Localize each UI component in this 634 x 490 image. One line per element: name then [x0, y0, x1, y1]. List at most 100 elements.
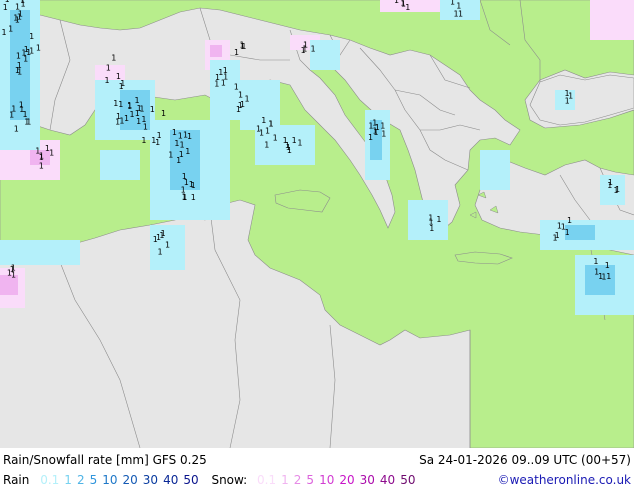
- precip-marker: 1: [608, 178, 613, 187]
- legend-row: Rain 0.1 1 2 5 10 20 30 40 50 Snow: 0.1 1 2 5 10 20 30…: [3, 470, 631, 490]
- precip-marker: 1: [35, 146, 40, 155]
- precip-marker: 1: [21, 0, 26, 8]
- precip-marker: 1: [594, 268, 599, 277]
- precip-marker: 1: [172, 128, 177, 137]
- precip-marker: 1: [168, 151, 173, 160]
- rain-legend-value: 10: [102, 473, 118, 487]
- precip-marker: 1: [124, 114, 129, 123]
- rain-legend-label: Rain: [3, 473, 30, 487]
- rain-legend-value: 5: [89, 473, 98, 487]
- precip-marker: 1: [19, 101, 24, 110]
- precip-marker: 1: [273, 134, 278, 143]
- precip-marker: 1: [118, 100, 123, 109]
- precip-marker: 1: [8, 24, 13, 33]
- precip-marker: 1: [428, 214, 433, 223]
- rain-legend-value: 50: [183, 473, 199, 487]
- precip-marker: 1: [182, 193, 187, 202]
- precip-marker: 1: [436, 215, 441, 224]
- precip-marker: 1: [17, 13, 22, 22]
- map-datetime: Sa 24-01-2026 09..09 UTC (00+57): [419, 453, 631, 467]
- snow-legend-value: 0.1: [257, 473, 277, 487]
- precip-marker: 1: [36, 44, 41, 53]
- precip-marker: 1: [127, 102, 132, 111]
- precip-marker: 1: [269, 120, 274, 129]
- rain-legend-value: 20: [122, 473, 138, 487]
- precip-marker: 1: [372, 119, 377, 128]
- precip-marker: 1: [245, 94, 250, 103]
- rain-legend-value: 1: [64, 473, 72, 487]
- snow-legend-value: 50: [400, 473, 416, 487]
- precip-marker: 1: [9, 110, 14, 119]
- rain-legend-value: 30: [142, 473, 159, 487]
- precip-marker: 1: [303, 41, 308, 50]
- precip-marker: 1: [137, 104, 142, 113]
- precip-marker: 1: [264, 140, 269, 149]
- snow-legend-value: 20: [339, 473, 355, 487]
- precip-marker: 1: [106, 64, 111, 73]
- precip-marker: 1: [381, 129, 386, 138]
- precip-marker: 1: [593, 257, 598, 266]
- precip-marker: 1: [105, 76, 110, 85]
- precip-marker: 1: [259, 129, 264, 138]
- map-title: Rain/Snowfall rate [mm] GFS 0.25: [3, 453, 207, 467]
- precip-marker: 1: [143, 123, 148, 132]
- map-footer: Rain/Snowfall rate [mm] GFS 0.25 Sa 24-0…: [0, 448, 634, 490]
- precip-marker: 1: [141, 115, 146, 124]
- precip-marker: 1: [368, 133, 373, 142]
- rain-legend-value: 40: [163, 473, 179, 487]
- precip-marker: 1: [311, 45, 316, 54]
- precip-marker: 1: [116, 112, 121, 121]
- precip-marker: 1: [15, 66, 20, 75]
- precip-marker: 1: [180, 140, 185, 149]
- precip-marker: 1: [261, 116, 266, 125]
- precip-marker: 1: [16, 51, 21, 60]
- precip-marker: 1: [568, 91, 573, 100]
- snow-legend-value: 5: [306, 473, 315, 487]
- rain-legend-value: 2: [76, 473, 85, 487]
- precip-marker: 1: [557, 221, 562, 230]
- precip-marker: 1: [297, 138, 302, 147]
- precip-marker: 1: [5, 0, 10, 4]
- precip-marker: 1: [400, 0, 405, 8]
- precip-marker: 1: [150, 105, 155, 114]
- precip-marker: 1: [24, 117, 29, 126]
- precip-marker: 1: [565, 228, 570, 237]
- precip-marker: 1: [373, 128, 378, 137]
- precip-marker: 1: [240, 100, 245, 109]
- precip-marker: 1: [221, 78, 226, 87]
- precip-marker: 1: [26, 48, 31, 57]
- precip-marker: 1: [605, 261, 610, 270]
- snow-legend-value: 1: [281, 473, 289, 487]
- rain-legend-value: 0.1: [40, 473, 60, 487]
- precip-marker: 1: [174, 139, 179, 148]
- precip-marker: 1: [458, 9, 463, 18]
- precip-marker: 1: [29, 32, 34, 41]
- precip-marker: 1: [113, 99, 118, 108]
- precip-marker: 1: [153, 235, 158, 244]
- credit-link[interactable]: ©weatheronline.co.uk: [498, 470, 631, 490]
- snow-legend-value: 10: [319, 473, 335, 487]
- precip-marker: 1: [601, 272, 606, 281]
- precip-marker: 1: [292, 136, 297, 145]
- snow-legend-label: Snow:: [211, 473, 248, 487]
- precip-marker: 1: [191, 181, 196, 190]
- precip-marker: 1: [234, 48, 239, 57]
- precip-marker: 1: [614, 186, 619, 195]
- precip-marker: 1: [394, 0, 399, 5]
- snow-legend-value: 30: [359, 473, 375, 487]
- snow-legend-value: 40: [379, 473, 396, 487]
- precip-marker: 1: [215, 73, 220, 82]
- precip-marker: 1: [11, 270, 16, 279]
- precip-marker: 1: [151, 136, 156, 145]
- precip-marker: 1: [238, 90, 243, 99]
- precip-marker: 1: [223, 66, 228, 75]
- snow-legend-value: 2: [293, 473, 302, 487]
- precip-marker: 1: [45, 144, 50, 153]
- precip-marker: 1: [450, 0, 455, 7]
- precip-marker: 1: [567, 216, 572, 225]
- precip-marker: 1: [21, 49, 26, 58]
- precip-marker: 1: [606, 272, 611, 281]
- precip-marker: 1: [2, 28, 7, 37]
- precip-marker: 1: [15, 2, 20, 11]
- precip-marker: 1: [158, 248, 163, 257]
